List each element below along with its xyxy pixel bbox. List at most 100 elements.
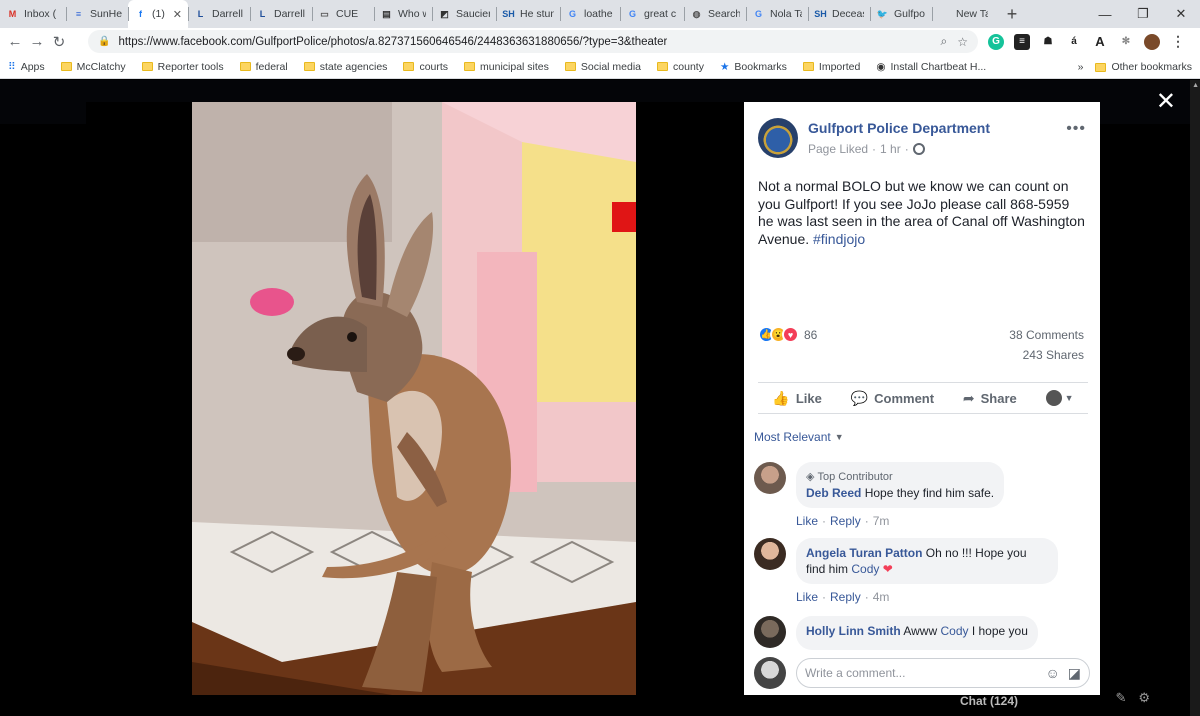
profile-avatar[interactable] <box>1144 33 1160 50</box>
bookmark-item[interactable]: courts <box>395 61 456 73</box>
comment-author-link[interactable]: Holly Linn Smith <box>806 624 901 638</box>
restore-button[interactable]: ❐ <box>1124 0 1162 28</box>
kangaroo-photo[interactable] <box>192 102 636 695</box>
browser-tab[interactable]: SH Deceas <box>808 0 870 28</box>
url-text[interactable]: https://www.facebook.com/GulfportPolice/… <box>118 36 667 48</box>
reaction-count[interactable]: 86 <box>804 328 817 342</box>
bookmark-item[interactable]: McClatchy <box>53 61 134 73</box>
browser-tab[interactable]: ▤ Who w <box>374 0 432 28</box>
lock-icon: 🔒 <box>98 36 111 47</box>
extension-accent-icon[interactable]: á <box>1066 34 1082 50</box>
browser-tab[interactable]: ▭ CUE <box>312 0 374 28</box>
close-window-button[interactable]: ✕ <box>1162 0 1200 28</box>
comment-sort-dropdown[interactable]: Most Relevant ▼ <box>754 430 844 444</box>
comment-bubble: ◈ Top Contributor Deb Reed Hope they fin… <box>796 462 1005 508</box>
bookmark-item[interactable]: ◉ Install Chartbeat H... <box>868 61 994 73</box>
reload-icon[interactable]: ↻ <box>48 33 70 51</box>
bookmark-item[interactable]: ⠿ Apps <box>0 61 53 73</box>
sticker-icon[interactable]: ◪ <box>1068 665 1081 682</box>
post-time-link[interactable]: 1 hr <box>880 142 901 156</box>
bookmark-item[interactable]: Social media <box>557 61 649 73</box>
browser-tab[interactable]: ◩ Saucier <box>432 0 496 28</box>
browser-tab[interactable]: L Darrell <box>250 0 312 28</box>
bookmark-item[interactable]: ★ Bookmarks <box>712 61 795 73</box>
comment-item: ◈ Top Contributor Deb Reed Hope they fin… <box>754 462 1084 528</box>
comment-time[interactable]: 7m <box>873 514 890 528</box>
emoji-icon[interactable]: ☺ <box>1045 665 1059 682</box>
comment-mention-link[interactable]: Cody <box>851 562 879 576</box>
browser-tab[interactable]: Gloathe <box>560 0 620 28</box>
extension-dark-icon[interactable]: ≡ <box>1014 33 1030 50</box>
like-button[interactable]: 👍 Like <box>772 390 821 407</box>
bookmark-item[interactable]: state agencies <box>296 61 396 73</box>
more-options-icon[interactable]: ••• <box>1066 120 1086 138</box>
comments-count-link[interactable]: 38 Comments <box>1009 328 1084 342</box>
bookmark-item[interactable]: county <box>649 61 712 73</box>
browser-tab[interactable]: Ggreat c <box>620 0 684 28</box>
audience-avatar <box>1045 390 1062 406</box>
post-sidebar: Gulfport Police Department Page Liked · … <box>744 102 1100 695</box>
comment-time[interactable]: 4m <box>873 590 890 604</box>
comment-author-link[interactable]: Deb Reed <box>806 486 861 500</box>
comment-reply-link[interactable]: Reply <box>830 590 861 604</box>
bookmark-item[interactable]: federal <box>232 61 296 73</box>
chat-tab[interactable]: Chat (124) <box>960 694 1018 708</box>
share-button[interactable]: ➦ Share <box>963 390 1017 407</box>
scroll-up-icon[interactable]: ▲ <box>1192 82 1199 89</box>
bookmark-item[interactable]: municipal sites <box>456 61 557 73</box>
bookmark-item[interactable]: Imported <box>795 61 868 73</box>
extension-a-icon[interactable]: A <box>1092 34 1108 50</box>
browser-tab[interactable]: M Inbox ( <box>0 0 66 28</box>
globe-icon[interactable] <box>912 143 925 155</box>
browser-tab[interactable]: SH He stun <box>496 0 560 28</box>
close-theater-icon[interactable]: ✕ <box>1156 90 1176 114</box>
shares-count-link[interactable]: 243 Shares <box>1023 348 1084 362</box>
extension-snow-icon[interactable]: ✻ <box>1118 34 1134 50</box>
bookmarks-right: » Other bookmarks <box>1078 55 1192 79</box>
zoom-icon[interactable]: ⌕ <box>941 34 948 49</box>
comment-reply-link[interactable]: Reply <box>830 514 861 528</box>
bookmarks-overflow-button[interactable]: » <box>1078 61 1084 73</box>
browser-tab[interactable]: New Tab <box>932 0 994 28</box>
extension-ghost-icon[interactable]: ☗ <box>1040 34 1056 50</box>
browser-tab[interactable]: 🐦 Gulfpo <box>870 0 932 28</box>
bookmark-star-icon[interactable]: ☆ <box>957 35 968 49</box>
new-tab-button[interactable]: + <box>998 0 1026 28</box>
browser-tab[interactable]: L Darrell <box>188 0 250 28</box>
minimize-button[interactable]: — <box>1086 0 1124 28</box>
write-comment-input[interactable]: Write a comment... ☺ ◪ <box>796 658 1090 688</box>
reactions-summary[interactable]: 👍 😮 ♥ 86 <box>758 326 817 343</box>
settings-gear-icon[interactable]: ⚙ <box>1138 690 1150 706</box>
commenter-avatar[interactable] <box>754 462 786 494</box>
browser-tab[interactable]: ≡ SunHer <box>66 0 128 28</box>
browser-tab[interactable]: f (1) (✕ <box>128 0 188 28</box>
close-tab-icon[interactable]: ✕ <box>173 8 182 21</box>
browser-tab[interactable]: ◍ Search <box>684 0 746 28</box>
hashtag-link[interactable]: #findjojo <box>813 231 865 247</box>
chrome-menu-icon[interactable]: ⋮ <box>1170 33 1186 50</box>
back-icon[interactable]: ← <box>4 33 26 50</box>
folder-icon <box>564 62 576 71</box>
comment-button[interactable]: 💬 Comment <box>851 390 934 407</box>
comment-input-icons: ☺ ◪ <box>1045 665 1081 682</box>
address-bar[interactable]: 🔒 https://www.facebook.com/GulfportPolic… <box>88 30 978 53</box>
commenter-avatar[interactable] <box>754 538 786 570</box>
top-contributor-badge: ◈ Top Contributor <box>806 469 994 485</box>
page-avatar[interactable] <box>758 118 798 158</box>
compose-icon[interactable]: ✎ <box>1115 690 1126 706</box>
commenter-avatar[interactable] <box>754 616 786 648</box>
audience-selector[interactable]: ▼ <box>1045 390 1074 406</box>
comment-like-link[interactable]: Like <box>796 514 818 528</box>
page-scrollbar[interactable] <box>1190 80 1200 716</box>
page-name-link[interactable]: Gulfport Police Department <box>808 120 990 136</box>
tab-label: Inbox ( <box>24 8 57 20</box>
comment-like-link[interactable]: Like <box>796 590 818 604</box>
browser-tab[interactable]: G Nola Ta <box>746 0 808 28</box>
comment-mention-link[interactable]: Cody <box>940 624 968 638</box>
bookmark-item[interactable]: Reporter tools <box>134 61 232 73</box>
comment-author-link[interactable]: Angela Turan Patton <box>806 546 922 560</box>
grammarly-icon[interactable]: G <box>988 33 1004 50</box>
forward-icon[interactable]: → <box>26 33 48 50</box>
post-meta: Page Liked · 1 hr · <box>808 142 990 156</box>
other-bookmarks-folder[interactable]: Other bookmarks <box>1095 61 1192 73</box>
